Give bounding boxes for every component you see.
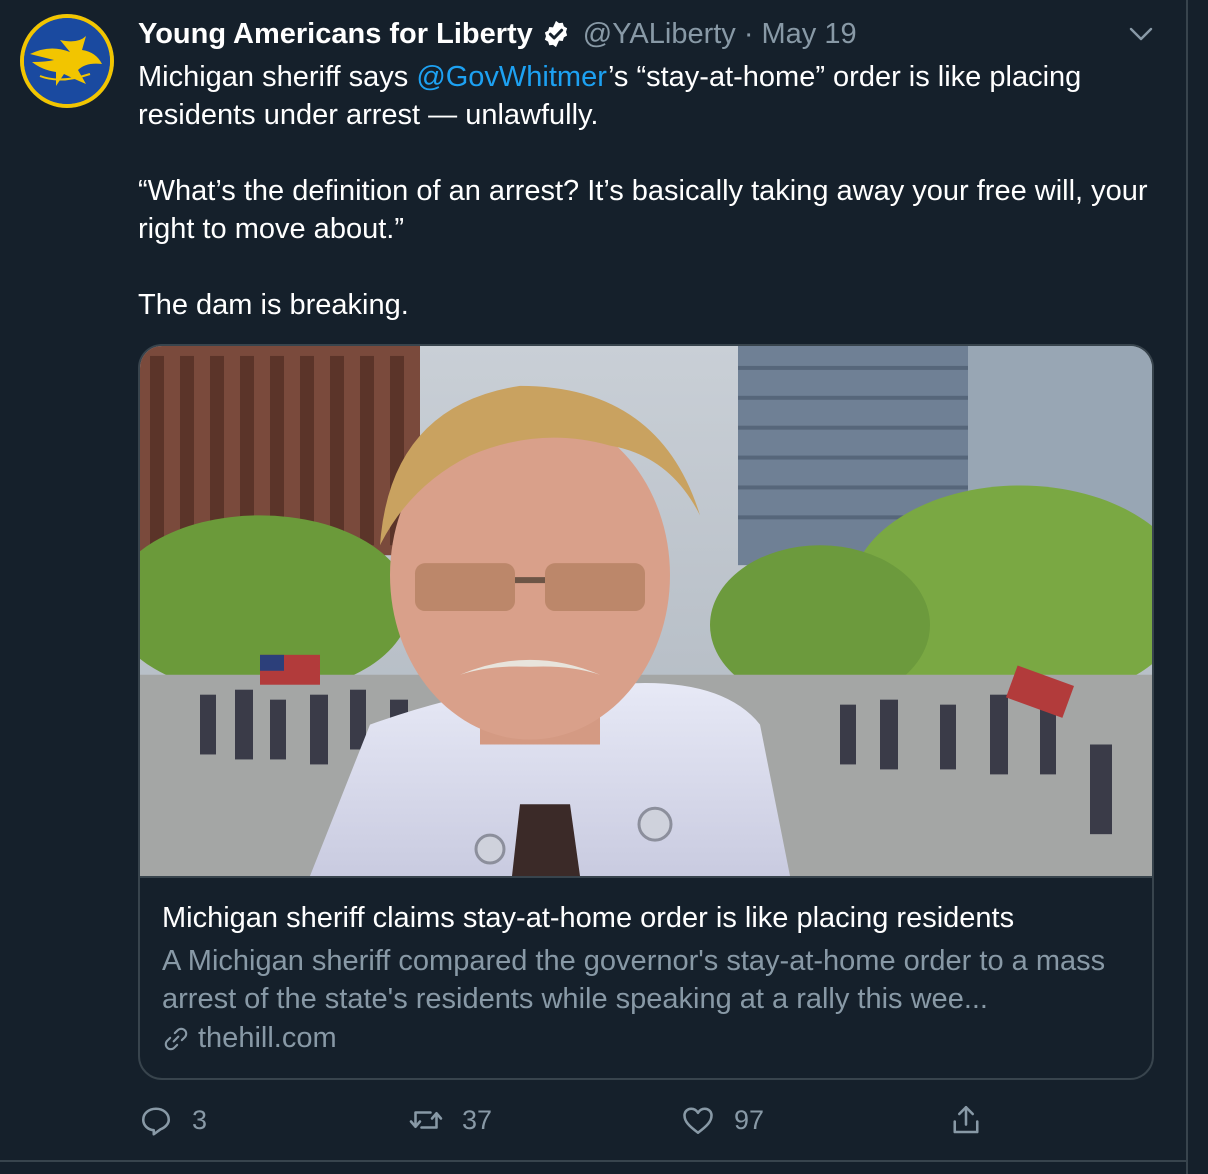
like-icon [683,1107,713,1135]
link-icon [164,1027,188,1050]
tweet-date[interactable]: May 19 [761,18,856,51]
retweet-icon [409,1111,443,1129]
verified-badge-icon [544,20,567,48]
tweet-actions: 3 37 97 [138,1100,1138,1144]
tweet-text: Michigan sheriff says @GovWhitmer’s “sta… [138,58,1168,324]
avatar[interactable] [20,14,114,108]
like-count: 97 [734,1104,765,1135]
card-image[interactable] [140,346,1152,878]
header-separator: · [743,17,754,50]
eagle-logo-icon [24,18,110,104]
mention-link[interactable]: @GovWhitmer [416,61,608,93]
card-domain-text: thehill.com [198,1022,337,1054]
tweet-quote: “What’s the definition of an arrest? It’… [138,175,1148,245]
chevron-down-icon[interactable] [1126,22,1156,46]
share-icon [953,1105,979,1134]
timeline-right-border [1186,0,1188,1174]
tweet-divider [0,1160,1186,1162]
card-title[interactable]: Michigan sheriff claims stay-at-home ord… [162,902,1014,935]
share-button[interactable] [948,1102,984,1138]
tweet-header: Young Americans for Liberty @YALiberty ·… [138,14,857,54]
reply-count: 3 [192,1104,208,1135]
link-card[interactable]: Michigan sheriff claims stay-at-home ord… [138,344,1154,1080]
card-domain[interactable]: thehill.com [162,1022,337,1055]
like-button[interactable]: 97 [680,1102,764,1138]
card-description: A Michigan sheriff compared the governor… [162,945,1106,1015]
tweet-closing: The dam is breaking. [138,289,409,321]
author-handle[interactable]: @YALiberty [583,18,736,51]
reply-icon [141,1107,171,1136]
reply-button[interactable]: 3 [138,1102,207,1138]
retweet-button[interactable]: 37 [408,1102,492,1138]
retweet-count: 37 [462,1104,493,1135]
author-name[interactable]: Young Americans for Liberty [138,18,533,51]
tweet-paragraph-1: Michigan sheriff says @GovWhitmer’s “sta… [138,61,1082,131]
